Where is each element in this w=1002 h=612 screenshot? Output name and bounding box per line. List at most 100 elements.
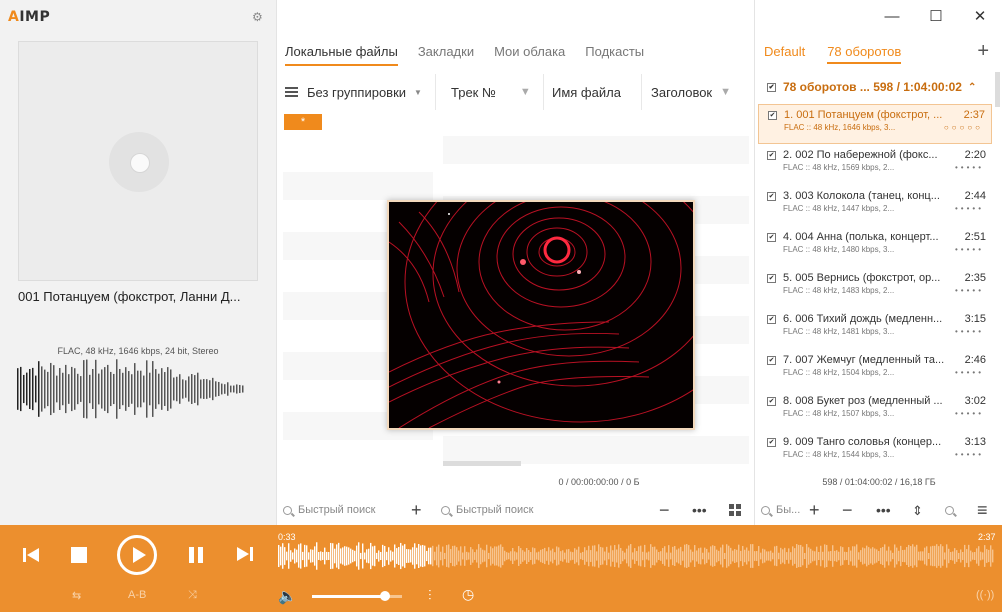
tab-default[interactable]: Default <box>764 44 805 64</box>
search-input[interactable]: Быстрый поиск <box>298 504 375 516</box>
rating-dots[interactable]: ••••• <box>955 163 984 172</box>
rating-dots[interactable]: ••••• <box>955 327 984 336</box>
search-input[interactable]: Бы... <box>776 504 800 516</box>
now-playing-title: 001 Потанцуем (фокстрот, Ланни Д... <box>18 289 241 304</box>
column-title[interactable]: Заголовок ▼ <box>651 74 731 110</box>
pause-button[interactable] <box>188 547 204 563</box>
rating-dots[interactable]: ••••• <box>955 409 984 418</box>
waveform-bar <box>155 369 157 409</box>
waveform-bar <box>386 551 388 561</box>
volume-knob[interactable] <box>380 591 390 601</box>
tab-78-rpm[interactable]: 78 оборотов <box>827 44 902 64</box>
playlist-item[interactable]: ✔ 6. 006 Тихий дождь (медленн... 3:15 FLAC … <box>758 309 992 349</box>
volume-icon[interactable]: 🔈 <box>278 587 297 605</box>
playlist-item[interactable]: ✔ 5. 005 Вернись (фокстрот, ор... 2:35 FLAC… <box>758 268 992 308</box>
filter-icon[interactable]: ▼ <box>720 86 731 98</box>
playlist-item[interactable]: ✔ 2. 002 По набережной (фокс... 2:20 FLAC :… <box>758 145 992 185</box>
equalizer-icon[interactable]: ⫶ <box>428 587 432 604</box>
next-button[interactable] <box>236 546 254 562</box>
waveform-bar <box>422 544 424 568</box>
seek-waveform[interactable] <box>278 541 996 571</box>
shuffle-icon[interactable]: ⤨ <box>188 589 197 602</box>
tab-local-files[interactable]: Локальные файлы <box>285 44 398 66</box>
gear-icon[interactable]: ⚙ <box>252 10 263 24</box>
add-button[interactable]: + <box>809 495 820 525</box>
star-tag[interactable]: * <box>284 114 322 130</box>
mini-waveform[interactable] <box>16 358 246 420</box>
waveform-bar <box>732 550 734 562</box>
rating-dots[interactable]: ••••• <box>955 368 984 377</box>
tab-my-clouds[interactable]: Мои облака <box>494 44 565 66</box>
more-icon[interactable]: ••• <box>876 495 891 525</box>
playlist-item[interactable]: ✔ 3. 003 Колокола (танец, конц... 2:44 FLAC… <box>758 186 992 226</box>
filter-icon[interactable]: ▼ <box>520 86 531 98</box>
collapse-icon[interactable]: ⌃ <box>968 82 976 93</box>
waveform-bar <box>212 377 214 401</box>
column-track-number[interactable]: Трек № ▼ <box>451 74 531 110</box>
waveform-bar <box>606 546 608 566</box>
rating-dots[interactable]: ••••• <box>955 245 984 254</box>
playlist-item[interactable]: ✔ 9. 009 Танго соловья (концер... 3:13 FLAC… <box>758 432 992 472</box>
waveform-bar <box>890 550 892 562</box>
library-search-right[interactable]: Быстрый поиск <box>441 495 533 525</box>
playlist-group-header[interactable]: ✔ 78 оборотов ... 598 / 1:04:00:02 ⌃ <box>767 80 987 94</box>
checkbox[interactable]: ✔ <box>767 82 776 92</box>
waveform-bar <box>137 370 139 408</box>
maximize-icon[interactable]: ☐ <box>914 4 958 28</box>
waveform-bar <box>630 544 632 568</box>
column-file-name[interactable]: Имя файла <box>552 74 621 110</box>
playlist-item[interactable]: ✔ 7. 007 Жемчуг (медленный та... 2:46 FLAC … <box>758 350 992 390</box>
waveform-bar <box>490 546 492 566</box>
add-button[interactable]: + <box>411 495 422 525</box>
checkbox[interactable]: ✔ <box>767 232 776 242</box>
checkbox[interactable]: ✔ <box>767 273 776 283</box>
playlist-search[interactable]: Бы... <box>761 495 800 525</box>
checkbox[interactable]: ✔ <box>767 355 776 365</box>
clock-icon[interactable]: ◷ <box>462 586 474 603</box>
remove-button[interactable]: − <box>842 495 853 525</box>
search-button[interactable] <box>945 495 954 525</box>
menu-icon[interactable]: ≡ <box>977 495 988 525</box>
waveform-bar <box>934 545 936 567</box>
ab-repeat-button[interactable]: A-B <box>128 589 146 601</box>
library-search-left[interactable]: Быстрый поиск <box>283 495 375 525</box>
waveform-bar <box>650 544 652 568</box>
stop-button[interactable] <box>71 547 87 563</box>
sort-icon[interactable]: ⇕ <box>912 495 923 525</box>
checkbox[interactable]: ✔ <box>767 191 776 201</box>
minimize-icon[interactable]: — <box>870 4 914 28</box>
vertical-scrollbar[interactable] <box>995 72 1000 107</box>
waveform-bar <box>534 548 536 564</box>
search-input[interactable]: Быстрый поиск <box>456 504 533 516</box>
rating-dots[interactable]: ○○○○○ <box>944 123 983 132</box>
rating-dots[interactable]: ••••• <box>955 204 984 213</box>
checkbox[interactable]: ✔ <box>767 150 776 160</box>
waveform-bar <box>332 543 334 569</box>
close-icon[interactable]: ✕ <box>958 4 1002 28</box>
album-art-popup[interactable] <box>387 200 695 430</box>
more-icon[interactable]: ••• <box>692 495 707 525</box>
app-logo[interactable]: AIMP <box>8 9 50 25</box>
remove-button[interactable]: − <box>659 495 670 525</box>
waveform-bar <box>946 544 948 568</box>
checkbox[interactable]: ✔ <box>767 314 776 324</box>
add-playlist-button[interactable]: + <box>977 40 989 63</box>
broadcast-icon[interactable]: ((·)) <box>976 589 994 601</box>
checkbox[interactable]: ✔ <box>768 110 777 120</box>
tab-podcasts[interactable]: Подкасты <box>585 44 644 66</box>
view-grid-icon[interactable] <box>729 495 741 525</box>
play-button[interactable] <box>117 535 157 575</box>
playlist-item[interactable]: ✔ 1. 001 Потанцуем (фокстрот, ... 2:37 FLAC… <box>758 104 992 144</box>
previous-button[interactable] <box>22 546 40 564</box>
checkbox[interactable]: ✔ <box>767 396 776 406</box>
playlist-item[interactable]: ✔ 4. 004 Анна (полька, концерт... 2:51 FLAC… <box>758 227 992 267</box>
checkbox[interactable]: ✔ <box>767 437 776 447</box>
tab-bookmarks[interactable]: Закладки <box>418 44 474 66</box>
waveform-bar <box>122 372 124 406</box>
rating-dots[interactable]: ••••• <box>955 286 984 295</box>
rating-dots[interactable]: ••••• <box>955 450 984 459</box>
repeat-icon[interactable]: ⇆ <box>72 589 81 602</box>
horizontal-scrollbar[interactable] <box>443 461 521 466</box>
grouping-dropdown[interactable]: Без группировки ▼ <box>285 74 422 110</box>
playlist-item[interactable]: ✔ 8. 008 Букет роз (медленный ... 3:02 FLAC… <box>758 391 992 431</box>
